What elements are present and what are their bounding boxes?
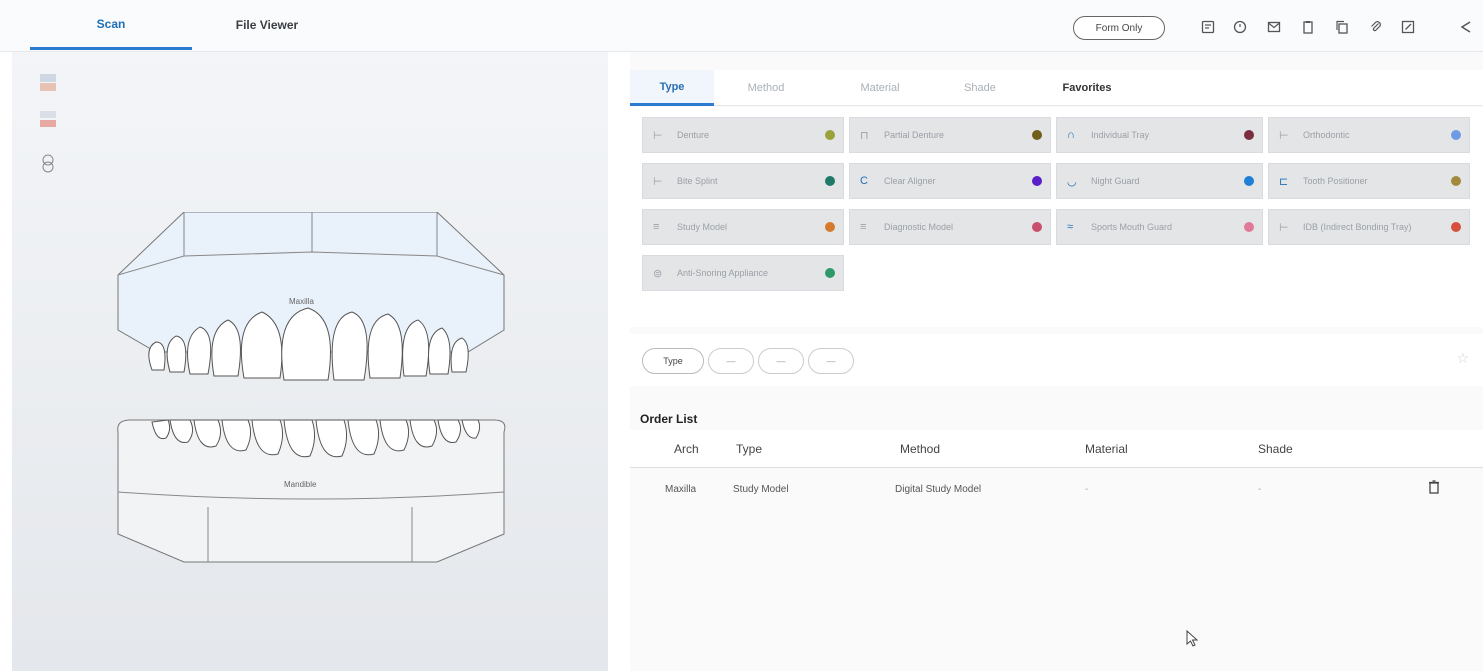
anti-snoring-icon: ⊜ xyxy=(653,267,663,280)
order-list: Order List Arch Type Method Material Sha… xyxy=(630,400,1483,671)
history-icon[interactable] xyxy=(1230,17,1250,37)
color-dot xyxy=(1244,176,1254,186)
type-grid: ⊢ Denture ⊓ Partial Denture ∩ Individual Tr… xyxy=(630,107,1483,327)
bite-splint-icon: ⊢ xyxy=(653,175,663,188)
maxilla-label: Maxilla xyxy=(289,297,314,306)
tab-file-viewer[interactable]: File Viewer xyxy=(192,0,342,50)
favorite-star-icon[interactable]: ☆ xyxy=(1456,350,1469,367)
order-list-header: Arch Type Method Material Shade xyxy=(630,430,1483,468)
type-night-guard[interactable]: ◡ Night Guard xyxy=(1056,163,1263,199)
type-study-model[interactable]: ≡ Study Model xyxy=(642,209,844,245)
lower-jaw-thumbnail[interactable] xyxy=(37,106,59,132)
positioner-icon: ⊏ xyxy=(1279,175,1289,188)
study-model-icon: ≡ xyxy=(653,221,660,233)
denture-icon: ⊢ xyxy=(653,129,663,142)
cell-arch: Maxilla xyxy=(665,484,697,495)
color-dot xyxy=(1244,130,1254,140)
table-row[interactable]: Maxilla Study Model Digital Study Model … xyxy=(630,470,1483,514)
delete-icon[interactable] xyxy=(1428,480,1440,497)
cell-method: Digital Study Model xyxy=(895,484,982,495)
color-dot xyxy=(1451,222,1461,232)
color-dot xyxy=(1244,222,1254,232)
tab-type[interactable]: Type xyxy=(630,70,714,106)
mouth-guard-icon: ≈ xyxy=(1067,221,1074,233)
color-dot xyxy=(825,176,835,186)
type-denture[interactable]: ⊢ Denture xyxy=(642,117,844,153)
mandible-diagram[interactable] xyxy=(112,412,512,572)
cell-type: Study Model xyxy=(733,484,789,495)
type-bite-splint[interactable]: ⊢ Bite Splint xyxy=(642,163,844,199)
col-arch: Arch xyxy=(674,442,699,456)
subtab-bar: Type Method Material Shade Favorites xyxy=(630,70,1483,106)
mouse-cursor-icon xyxy=(1185,629,1199,653)
mail-icon[interactable] xyxy=(1264,17,1284,37)
aligner-icon: C xyxy=(860,175,868,187)
type-idb[interactable]: ⊢ IDB (Indirect Bonding Tray) xyxy=(1268,209,1470,245)
color-dot xyxy=(1032,130,1042,140)
type-pill[interactable]: Type xyxy=(642,348,704,374)
edit-icon[interactable] xyxy=(1398,17,1418,37)
form-icon[interactable] xyxy=(1198,17,1218,37)
jaw-set-thumbnail[interactable] xyxy=(37,150,59,176)
clipboard-icon[interactable] xyxy=(1298,17,1318,37)
material-pill[interactable]: — xyxy=(758,348,804,374)
partial-denture-icon: ⊓ xyxy=(860,129,869,142)
type-sports-mouth-guard[interactable]: ≈ Sports Mouth Guard xyxy=(1056,209,1263,245)
form-only-button[interactable]: Form Only xyxy=(1073,16,1165,40)
color-dot xyxy=(1032,176,1042,186)
diagnostic-model-icon: ≡ xyxy=(860,221,867,233)
color-dot xyxy=(825,222,835,232)
type-diagnostic-model[interactable]: ≡ Diagnostic Model xyxy=(849,209,1051,245)
cell-material: - xyxy=(1085,484,1089,495)
type-partial-denture[interactable]: ⊓ Partial Denture xyxy=(849,117,1051,153)
order-panel: Type Method Material Shade Favorites ⊢ De… xyxy=(630,52,1483,671)
type-tooth-positioner[interactable]: ⊏ Tooth Positioner xyxy=(1268,163,1470,199)
mandible-label: Mandible xyxy=(284,480,317,489)
share-icon[interactable] xyxy=(1456,17,1476,37)
color-dot xyxy=(1451,130,1461,140)
type-clear-aligner[interactable]: C Clear Aligner xyxy=(849,163,1051,199)
col-shade: Shade xyxy=(1258,442,1293,456)
tray-icon: ∩ xyxy=(1067,129,1075,141)
copy-icon[interactable] xyxy=(1332,17,1352,37)
color-dot xyxy=(825,268,835,278)
type-anti-snoring-appliance[interactable]: ⊜ Anti-Snoring Appliance xyxy=(642,255,844,291)
type-individual-tray[interactable]: ∩ Individual Tray xyxy=(1056,117,1263,153)
cell-shade: - xyxy=(1258,484,1262,495)
selection-filter-bar: Type — — — ☆ xyxy=(630,334,1483,386)
tab-material[interactable]: Material xyxy=(840,70,920,106)
col-method: Method xyxy=(900,442,941,456)
idb-icon: ⊢ xyxy=(1279,221,1289,234)
top-bar: Scan File Viewer Form Only xyxy=(0,0,1483,52)
orthodontic-icon: ⊢ xyxy=(1279,129,1289,142)
color-dot xyxy=(825,130,835,140)
tab-favorites[interactable]: Favorites xyxy=(1042,70,1132,106)
color-dot xyxy=(1032,222,1042,232)
scan-view-panel: Maxilla Mandible xyxy=(12,52,608,671)
upper-jaw-thumbnail[interactable] xyxy=(37,70,59,96)
attach-icon[interactable] xyxy=(1366,17,1386,37)
night-guard-icon: ◡ xyxy=(1067,175,1077,188)
type-orthodontic[interactable]: ⊢ Orthodontic xyxy=(1268,117,1470,153)
method-pill[interactable]: — xyxy=(708,348,754,374)
tab-scan[interactable]: Scan xyxy=(30,0,192,50)
col-type: Type xyxy=(736,442,763,456)
shade-pill[interactable]: — xyxy=(808,348,854,374)
tab-method[interactable]: Method xyxy=(726,70,806,106)
col-material: Material xyxy=(1085,442,1128,456)
order-list-title: Order List xyxy=(640,412,698,426)
color-dot xyxy=(1451,176,1461,186)
tab-shade[interactable]: Shade xyxy=(940,70,1020,106)
